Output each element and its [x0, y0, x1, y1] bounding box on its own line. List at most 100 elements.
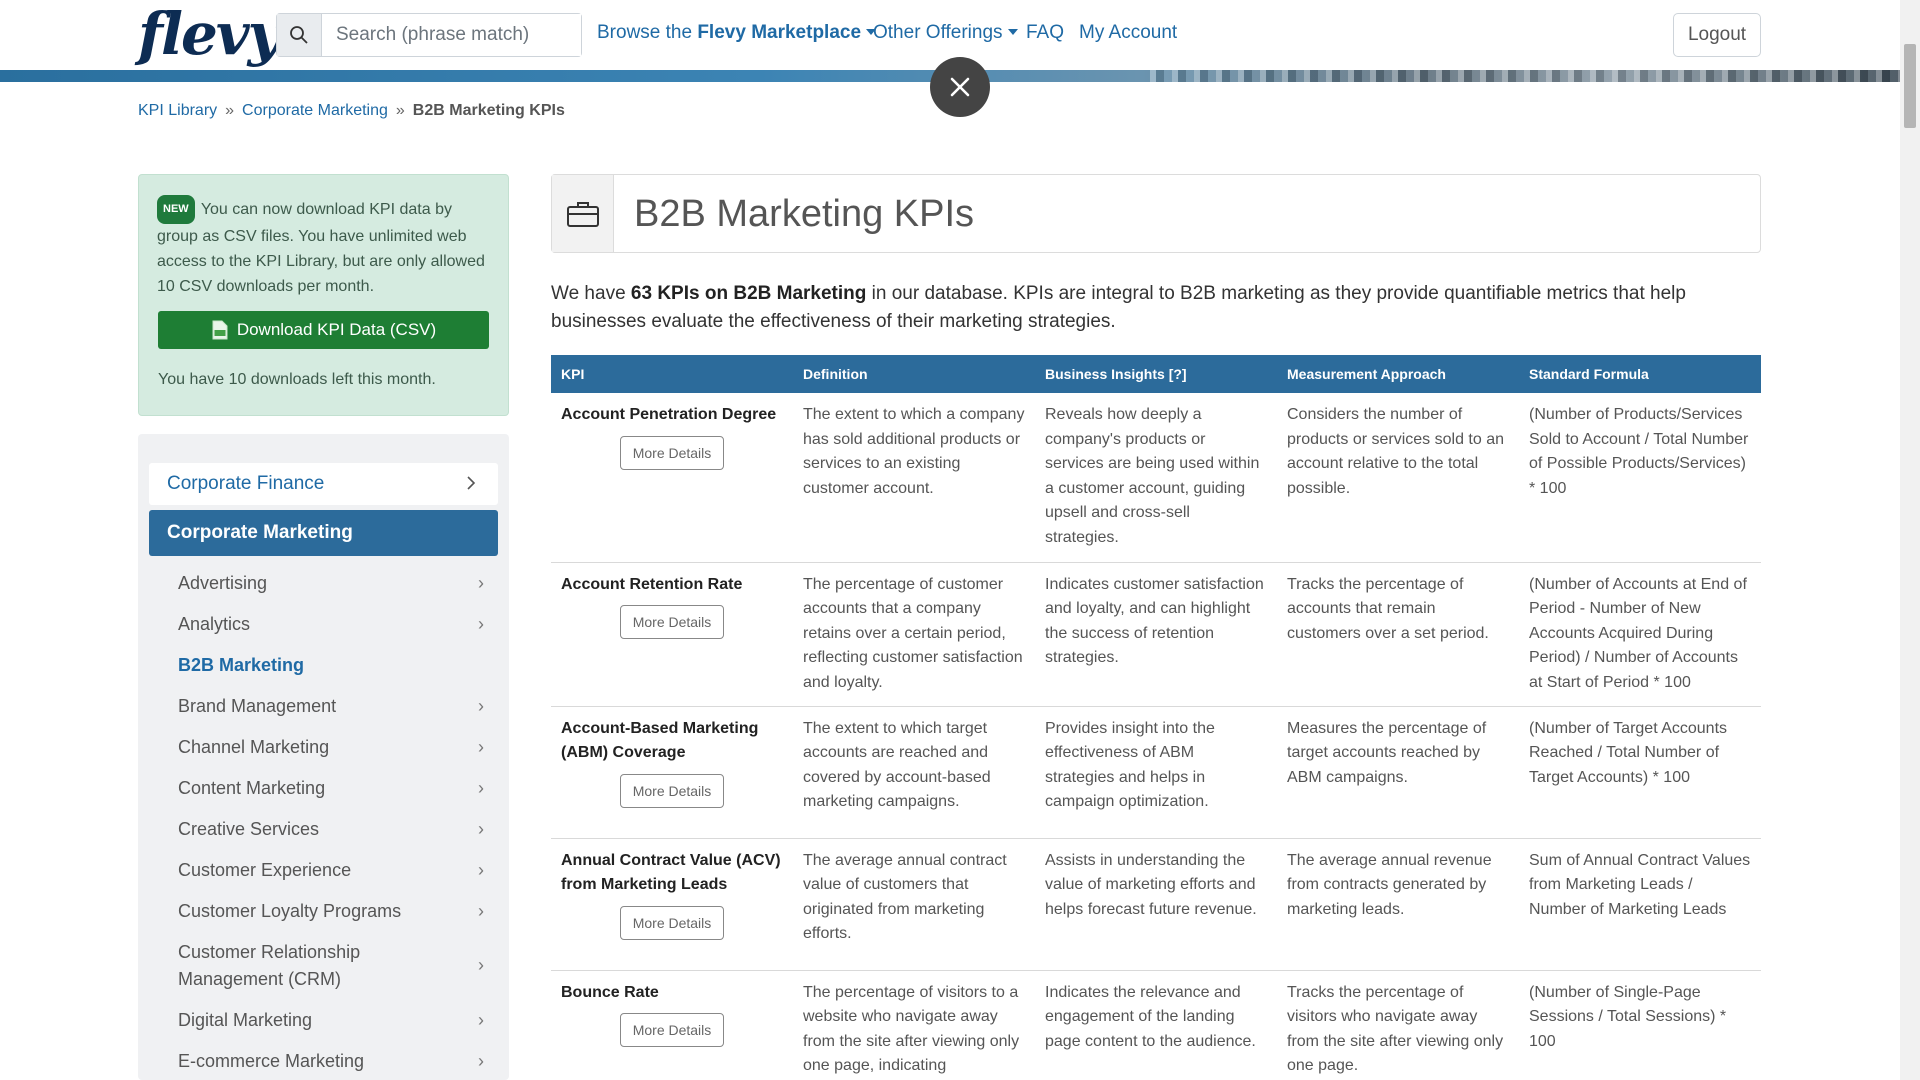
- column-header[interactable]: Definition: [793, 355, 1035, 393]
- caret-down-icon: [1007, 29, 1018, 35]
- scrollbar-thumb[interactable]: [1904, 44, 1916, 128]
- csv-download-notice: NEW You can now download KPI data by gro…: [138, 174, 509, 416]
- more-details-button[interactable]: More Details: [620, 605, 724, 640]
- sidebar-subitem[interactable]: Brand Management ›: [178, 693, 494, 720]
- breadcrumb-link[interactable]: Corporate Marketing: [242, 102, 388, 119]
- kpi-name[interactable]: Account-Based Marketing (ABM) Coverage: [561, 717, 783, 766]
- insights-cell: Assists in understanding the value of ma…: [1035, 838, 1277, 971]
- kpi-name[interactable]: Account Retention Rate: [561, 573, 783, 598]
- approach-cell: Considers the number of products or serv…: [1277, 393, 1519, 563]
- approach-cell: Measures the percentage of target accoun…: [1277, 706, 1519, 839]
- intro-paragraph: We have 63 KPIs on B2B Marketing in our …: [551, 280, 1761, 336]
- formula-cell: (Number of Products/Services Sold to Acc…: [1519, 393, 1761, 563]
- kpi-name[interactable]: Annual Contract Value (ACV) from Marketi…: [561, 849, 783, 898]
- kpi-cell: Annual Contract Value (ACV) from Marketi…: [551, 838, 793, 971]
- page-scrollbar[interactable]: [1900, 0, 1920, 1080]
- chevron-right-icon: ›: [478, 955, 484, 975]
- more-details-button[interactable]: More Details: [620, 773, 724, 808]
- sidebar-item-corporate-marketing[interactable]: Corporate Marketing: [149, 510, 498, 556]
- sidebar-subitem[interactable]: Analytics ›: [178, 611, 494, 638]
- subitem-label: Analytics: [178, 614, 251, 634]
- chevron-right-icon: ›: [478, 614, 484, 634]
- subitem-label: Customer Experience: [178, 860, 352, 880]
- chevron-right-icon: ›: [478, 819, 484, 839]
- column-header[interactable]: Business Insights [?]: [1035, 355, 1277, 393]
- more-details-button[interactable]: More Details: [620, 435, 724, 470]
- close-icon: [950, 77, 970, 97]
- chevron-right-icon: ›: [478, 901, 484, 921]
- subitem-label: E-commerce Marketing: [178, 1051, 365, 1071]
- subitem-label: Digital Marketing: [178, 1010, 313, 1030]
- nav-my-account[interactable]: My Account: [1079, 22, 1177, 44]
- sidebar-subitem[interactable]: Creative Services ›: [178, 816, 494, 843]
- column-header[interactable]: Standard Formula: [1519, 355, 1761, 393]
- sidebar-subitem-active[interactable]: B2B Marketing: [178, 652, 494, 679]
- notice-text-block: NEW You can now download KPI data by gro…: [157, 195, 490, 299]
- table-row: Account-Based Marketing (ABM) Coverage Mo…: [551, 706, 1761, 839]
- download-csv-button[interactable]: Download KPI Data (CSV): [158, 311, 489, 349]
- sidebar-item-corporate-finance[interactable]: Corporate Finance: [149, 463, 498, 505]
- formula-cell: (Number of Accounts at End of Period - N…: [1519, 562, 1761, 707]
- chevron-right-icon: ›: [478, 573, 484, 593]
- search-box: [276, 13, 582, 57]
- sidebar-subitem[interactable]: Customer Experience ›: [178, 857, 494, 884]
- sidebar-subitem[interactable]: Customer Loyalty Programs ›: [178, 898, 494, 925]
- subitem-label: Customer Relationship Management (CRM): [178, 942, 361, 989]
- chevron-right-icon: ›: [478, 1051, 484, 1071]
- breadcrumb-link[interactable]: KPI Library: [138, 102, 217, 119]
- chevron-right-icon: ›: [478, 1010, 484, 1030]
- insights-cell: Indicates customer satisfaction and loya…: [1035, 562, 1277, 707]
- breadcrumb: KPI Library » Corporate Marketing » B2B Mark…: [138, 102, 565, 120]
- chevron-right-icon: [467, 476, 476, 490]
- definition-cell: The average annual contract value of cus…: [793, 838, 1035, 971]
- kpi-name[interactable]: Bounce Rate: [561, 981, 783, 1006]
- close-overlay-button[interactable]: [930, 57, 990, 117]
- subitem-label: Content Marketing: [178, 778, 326, 798]
- flevy-logo[interactable]: flevy: [138, 5, 281, 63]
- kpi-cell: Account-Based Marketing (ABM) Coverage Mo…: [551, 706, 793, 839]
- column-header[interactable]: KPI: [551, 355, 793, 393]
- approach-cell: The average annual revenue from contract…: [1277, 838, 1519, 971]
- nav-browse-marketplace[interactable]: Browse the Flevy Marketplace: [597, 22, 877, 44]
- insights-cell: Reveals how deeply a company's products …: [1035, 393, 1277, 563]
- definition-cell: The percentage of visitors to a website …: [793, 970, 1035, 1080]
- approach-cell: Tracks the percentage of accounts that r…: [1277, 562, 1519, 707]
- subitem-label: Creative Services: [178, 819, 320, 839]
- kpi-cell: Account Penetration Degree More Details: [551, 393, 793, 563]
- nav-other-offerings[interactable]: Other Offerings: [873, 22, 1018, 44]
- more-details-button[interactable]: More Details: [620, 905, 724, 940]
- download-csv-label: Download KPI Data (CSV): [236, 320, 437, 339]
- breadcrumb-separator: »: [395, 102, 405, 119]
- search-button[interactable]: [277, 14, 322, 56]
- search-input[interactable]: [322, 14, 581, 56]
- table-row: Annual Contract Value (ACV) from Marketi…: [551, 838, 1761, 971]
- sidebar-subitem[interactable]: Digital Marketing ›: [178, 1007, 494, 1034]
- notice-message: You can now download KPI data by group a…: [157, 201, 485, 295]
- kpi-name[interactable]: Account Penetration Degree: [561, 403, 783, 428]
- kpi-cell: Account Retention Rate More Details: [551, 562, 793, 707]
- table-row: Account Penetration Degree More Details T…: [551, 393, 1761, 563]
- page-title-card: B2B Marketing KPIs: [551, 174, 1761, 253]
- csv-file-icon: [212, 320, 228, 340]
- sidebar-subitem[interactable]: Advertising ›: [178, 570, 494, 597]
- downloads-left-text: You have 10 downloads left this month.: [158, 371, 436, 388]
- column-header[interactable]: Measurement Approach: [1277, 355, 1519, 393]
- sidebar-subitem[interactable]: Customer Relationship Management (CRM) ›: [178, 939, 494, 993]
- subitem-label: Channel Marketing: [178, 737, 330, 757]
- subitem-label: Advertising: [178, 573, 268, 593]
- table-row: Account Retention Rate More Details The p…: [551, 562, 1761, 707]
- nav-faq[interactable]: FAQ: [1026, 22, 1064, 44]
- more-details-button[interactable]: More Details: [620, 1013, 724, 1048]
- sidebar-subitem[interactable]: Channel Marketing ›: [178, 734, 494, 761]
- sidebar-subitem[interactable]: Content Marketing ›: [178, 775, 494, 802]
- sidebar-subitem[interactable]: E-commerce Marketing ›: [178, 1048, 494, 1075]
- intro-prefix: We have: [551, 283, 631, 304]
- definition-cell: The extent to which target accounts are …: [793, 706, 1035, 839]
- nav-browse-prefix: Browse the: [597, 22, 698, 43]
- table-row: Bounce Rate More Details The percentage o…: [551, 970, 1761, 1080]
- formula-cell: (Number of Target Accounts Reached / Tot…: [1519, 706, 1761, 839]
- title-icon-box: [552, 175, 614, 252]
- logout-button[interactable]: Logout: [1673, 13, 1761, 57]
- chevron-right-icon: ›: [478, 696, 484, 716]
- definition-cell: The extent to which a company has sold a…: [793, 393, 1035, 563]
